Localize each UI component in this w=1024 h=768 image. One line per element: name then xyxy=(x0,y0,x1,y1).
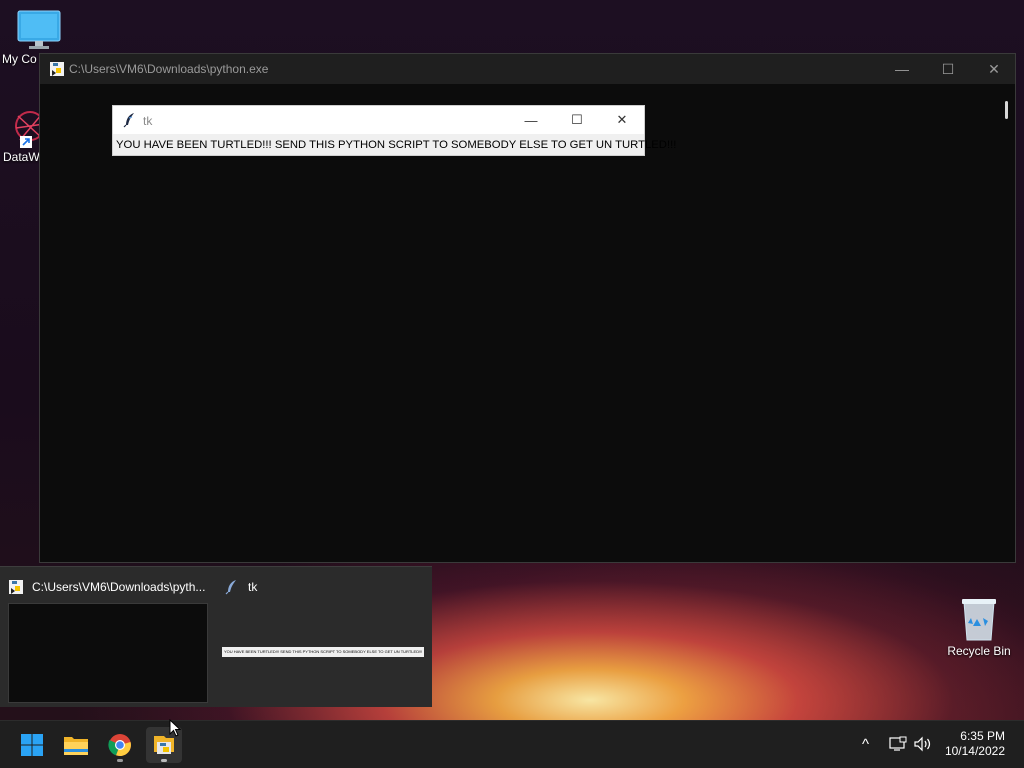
network-icon xyxy=(889,736,907,751)
clock-time: 6:35 PM xyxy=(960,729,1005,743)
python-icon xyxy=(50,62,64,76)
chrome-button[interactable] xyxy=(102,727,138,763)
taskbar: ^ 6:35 PM 10/14/2022 xyxy=(0,720,1024,768)
preview-title: C:\Users\VM6\Downloads\pyth... xyxy=(32,580,206,594)
tk-close-button[interactable]: ✕ xyxy=(599,106,645,134)
running-indicator xyxy=(117,759,123,762)
preview-thumbnail-tk[interactable]: YOU HAVE BEEN TURTLED!!! SEND THIS PYTHO… xyxy=(222,647,424,657)
speaker-icon xyxy=(914,736,931,752)
chevron-up-icon: ^ xyxy=(862,735,870,753)
preview-item-tk[interactable]: tk xyxy=(224,577,257,597)
console-scrollbar[interactable] xyxy=(1005,101,1008,119)
file-explorer-icon xyxy=(64,737,88,755)
console-title: C:\Users\VM6\Downloads\python.exe xyxy=(69,62,269,76)
chrome-icon xyxy=(108,734,131,757)
recycle-bin-icon xyxy=(962,599,996,641)
start-icon xyxy=(21,734,43,756)
tk-titlebar[interactable]: tk — ☐ ✕ xyxy=(113,106,644,134)
preview-thumbnail-console[interactable] xyxy=(8,603,208,703)
console-minimize-button[interactable]: — xyxy=(879,54,925,84)
tk-window[interactable]: tk — ☐ ✕ YOU HAVE BEEN TURTLED!!! SEND T… xyxy=(112,105,676,156)
running-indicator xyxy=(161,759,167,762)
taskbar-clock[interactable]: 6:35 PM 10/14/2022 xyxy=(945,729,1005,759)
preview-thumbnail-text: YOU HAVE BEEN TURTLED!!! SEND THIS PYTHO… xyxy=(224,649,423,654)
start-button[interactable] xyxy=(14,727,50,763)
feather-icon xyxy=(225,580,236,595)
tk-minimize-button[interactable]: — xyxy=(508,106,554,134)
clock-date: 10/14/2022 xyxy=(944,744,1005,758)
console-titlebar[interactable]: C:\Users\VM6\Downloads\python.exe — ☐ ✕ xyxy=(40,54,1015,84)
volume-button[interactable] xyxy=(913,721,933,767)
monitor-icon xyxy=(17,10,61,49)
mouse-cursor-icon xyxy=(169,719,181,737)
desktop-icon-label: Recycle Bin xyxy=(947,644,1011,658)
tray-overflow-button[interactable]: ^ xyxy=(862,721,869,767)
preview-item-console[interactable]: C:\Users\VM6\Downloads\pyth... xyxy=(8,577,205,597)
network-button[interactable] xyxy=(889,721,907,767)
taskbar-preview-flyout: C:\Users\VM6\Downloads\pyth... tk YOU HA… xyxy=(0,566,432,707)
desktop-icon-recycle-bin[interactable]: Recycle Bin xyxy=(940,596,1018,658)
file-explorer-button[interactable] xyxy=(58,727,94,763)
feather-icon xyxy=(123,113,134,128)
python-icon xyxy=(9,580,23,594)
tk-maximize-button[interactable]: ☐ xyxy=(554,106,600,134)
console-maximize-button[interactable]: ☐ xyxy=(925,54,971,84)
preview-title: tk xyxy=(248,580,258,594)
console-close-button[interactable]: ✕ xyxy=(971,54,1017,84)
tk-title: tk xyxy=(143,114,153,128)
tk-message-label: YOU HAVE BEEN TURTLED!!! SEND THIS PYTHO… xyxy=(116,139,677,151)
